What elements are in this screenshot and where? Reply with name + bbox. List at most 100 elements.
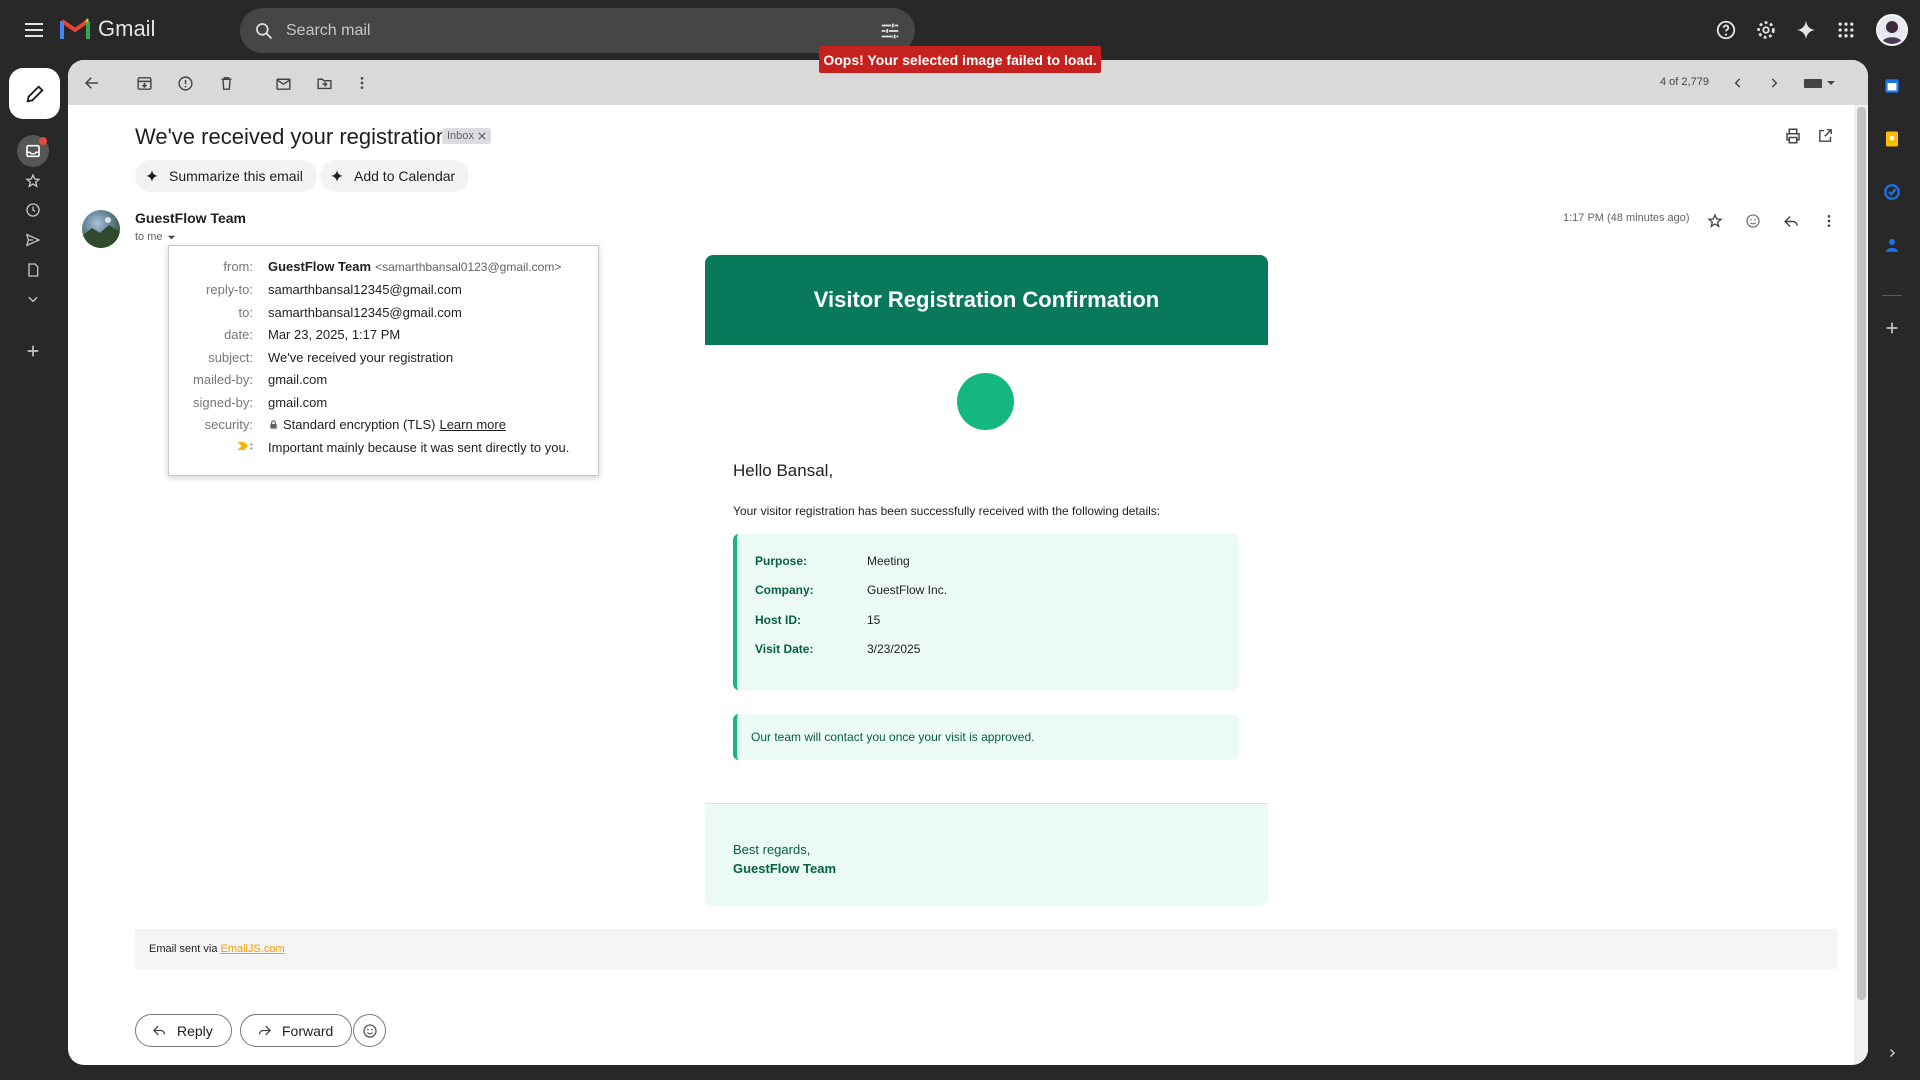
compose-button[interactable] [9,68,60,119]
back-arrow-icon[interactable] [80,71,104,95]
mark-unread-icon[interactable] [271,71,295,95]
open-new-window-icon[interactable] [1817,127,1834,144]
importance-value: Important mainly because it was sent dir… [268,440,570,455]
hide-side-panel-chevron-icon[interactable] [1880,1041,1904,1065]
reply-icon[interactable] [1779,209,1803,233]
gmail-logo-icon [60,18,90,39]
keep-app-icon[interactable] [1880,127,1904,151]
gemini-sparkle-icon[interactable] [1786,12,1826,48]
company-value: GuestFlow Inc. [867,583,948,597]
detail-from: from: GuestFlow Team <samarthbansal0123@g… [169,259,598,274]
sparkle-icon [146,170,158,182]
subject-value: We've received your registration [268,350,454,365]
sparkle-icon [331,170,343,182]
email-intro: Your visitor registration has been succe… [733,504,1161,518]
input-tools-keyboard-icon[interactable] [1800,71,1840,95]
remove-label-close-icon[interactable] [478,132,486,140]
emoji-react-button[interactable] [353,1014,386,1047]
search-options-icon[interactable] [879,20,901,42]
forward-button[interactable]: Forward [240,1014,353,1047]
email-greeting: Hello Bansal, [733,461,834,480]
pencil-icon [25,84,44,103]
more-chevron-down-icon[interactable] [20,286,46,312]
archive-icon[interactable] [132,71,156,95]
main-menu-icon[interactable] [20,18,48,42]
add-label-plus-icon[interactable] [20,338,46,364]
sent-via-bar: Email sent via EmailJS.com [135,929,1838,969]
older-chevron-right-icon[interactable] [1762,71,1786,95]
print-icon[interactable] [1784,127,1802,145]
newer-chevron-left-icon[interactable] [1726,71,1750,95]
from-label: from: [223,259,253,274]
report-spam-icon[interactable] [173,71,197,95]
to-label: to: [238,305,253,320]
detail-signed-by: signed-by: gmail.com [169,395,598,410]
approval-notice: Our team will contact you once your visi… [733,714,1239,760]
visit-date-key: Visit Date: [755,642,814,656]
message-subject: We've received your registration [135,124,449,149]
sent-nav-icon[interactable] [20,227,46,253]
summarize-email-button[interactable]: Summarize this email [135,160,317,192]
smiley-icon [362,1023,377,1038]
signature-team: GuestFlow Team [733,861,837,876]
tasks-app-icon[interactable] [1880,180,1904,204]
account-avatar[interactable] [1876,14,1908,46]
scrollbar[interactable] [1854,105,1868,1065]
date-label: date: [224,327,253,342]
message-details-popup: from: GuestFlow Team <samarthbansal0123@g… [168,245,599,476]
emoji-reaction-icon[interactable] [1741,209,1765,233]
forward-label: Forward [282,1022,334,1039]
logo-placeholder-circle [957,373,1014,430]
inbox-label-chip[interactable]: Inbox [442,128,491,144]
error-toast: Oops! Your selected image failed to load… [819,46,1101,73]
host-id-value: 15 [867,613,881,627]
caret-down-icon[interactable] [167,233,176,242]
gmail-logo[interactable]: Gmail [60,16,155,42]
purpose-key: Purpose: [755,554,808,568]
drafts-nav-icon[interactable] [20,257,46,283]
more-options-icon[interactable] [350,71,374,95]
move-to-folder-icon[interactable] [312,71,336,95]
inbox-nav-icon[interactable] [17,135,49,167]
starred-nav-icon[interactable] [20,168,46,194]
from-email: <samarthbansal0123@gmail.com> [375,259,562,274]
unread-dot [39,137,47,145]
visit-date-value: 3/23/2025 [867,642,921,656]
search-bar[interactable] [240,8,915,53]
summarize-label: Summarize this email [169,168,303,184]
detail-to: to: samarthbansal12345@gmail.com [169,305,598,320]
sender-name[interactable]: GuestFlow Team [135,210,246,226]
help-icon[interactable] [1706,12,1746,48]
settings-gear-icon[interactable] [1746,12,1786,48]
delete-trash-icon[interactable] [214,71,238,95]
star-icon[interactable] [1703,209,1727,233]
detail-date: date: Mar 23, 2025, 1:17 PM [169,327,598,342]
importance-marker-icon [237,441,253,451]
forward-arrow-icon [258,1025,272,1036]
calendar-app-icon[interactable] [1880,74,1904,98]
app-name: Gmail [98,16,156,41]
learn-more-link[interactable]: Learn more [439,417,505,432]
contacts-app-icon[interactable] [1880,233,1904,257]
add-to-calendar-button[interactable]: Add to Calendar [320,160,470,192]
sender-avatar[interactable] [82,210,120,248]
get-addons-plus-icon[interactable] [1880,316,1904,340]
message-more-icon[interactable] [1817,209,1841,233]
mailed-by-label: mailed-by: [193,372,253,387]
detail-importance: Important mainly because it was sent dir… [169,440,598,455]
search-icon[interactable] [254,21,274,41]
emailjs-link[interactable]: EmailJS.com [220,943,284,955]
scrollbar-thumb[interactable] [1857,107,1866,1000]
subject-label: subject: [208,350,253,365]
reply-button[interactable]: Reply [135,1014,232,1047]
signed-by-label: signed-by: [193,395,253,410]
lock-icon [270,420,277,429]
reply-to-value: samarthbansal12345@gmail.com [268,282,462,297]
snoozed-clock-icon[interactable] [20,197,46,223]
recipients-toggle[interactable]: to me [135,231,176,243]
regards-text: Best regards, [733,842,811,857]
apps-grid-icon[interactable] [1826,12,1866,48]
detail-row-visit-date: Visit Date: 3/23/2025 [755,642,920,656]
search-input[interactable] [286,21,846,40]
date-value: Mar 23, 2025, 1:17 PM [268,327,401,342]
